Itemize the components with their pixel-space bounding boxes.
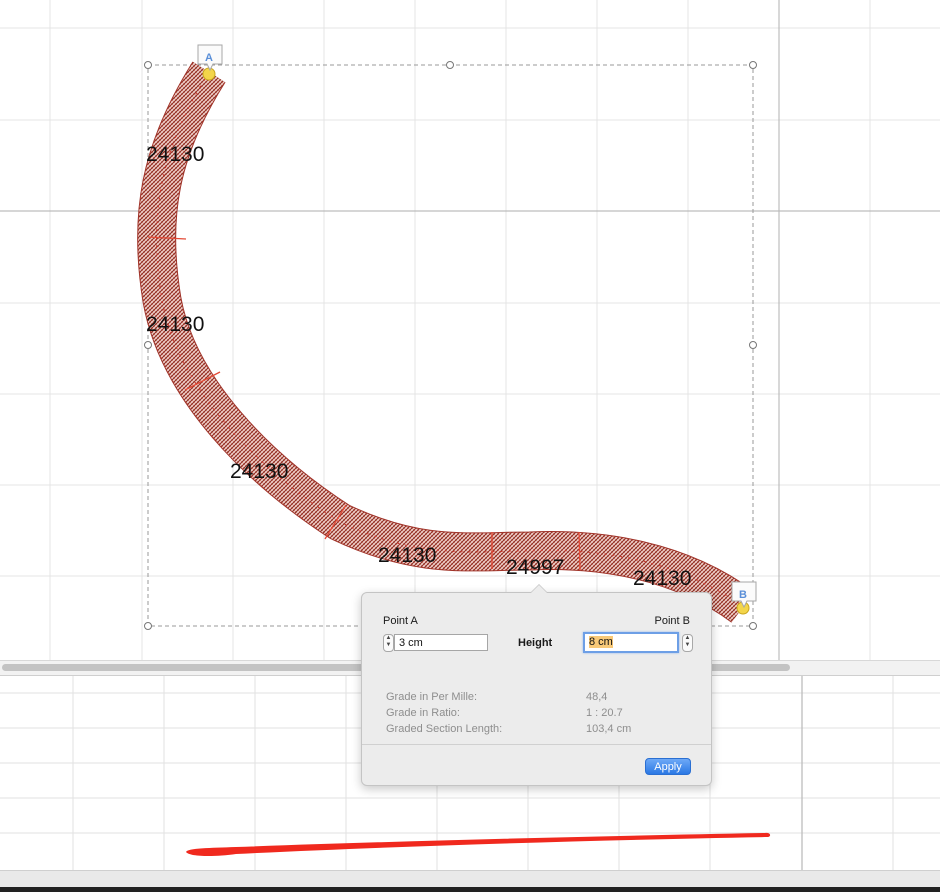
layout-canvas[interactable]: 24130 24130 24130 24130 24997 24130 A B xyxy=(0,0,940,660)
grade-ratio-label: Grade in Ratio: xyxy=(386,707,460,719)
popover-divider xyxy=(362,744,711,745)
section-length-label: 24130 xyxy=(146,313,204,336)
canvas-drawing: 24130 24130 24130 24130 24997 24130 A B xyxy=(0,0,940,660)
status-bar xyxy=(0,870,940,892)
grade-per-mille-value: 48,4 xyxy=(586,691,608,703)
height-label: Height xyxy=(518,637,553,649)
graded-section-length-label: Graded Section Length: xyxy=(386,723,503,735)
point-b-height-value: 8 cm xyxy=(589,636,613,648)
section-length-label: 24130 xyxy=(378,544,436,567)
grade-popover: Point A Point B ▲▼ Height 8 cm ▲▼ Grade … xyxy=(361,584,712,786)
track-section[interactable] xyxy=(137,61,755,623)
point-b-letter: B xyxy=(739,589,747,601)
point-a-label: Point A xyxy=(383,615,418,627)
grade-ratio-value: 1 : 20.7 xyxy=(586,707,623,719)
point-b-stepper[interactable]: ▲ ▼ xyxy=(682,634,693,652)
point-b-height-field[interactable]: 8 cm xyxy=(583,632,679,653)
red-annotation-stroke xyxy=(186,832,771,857)
section-length-label: 24130 xyxy=(230,460,288,483)
point-a-stepper[interactable]: ▲ ▼ xyxy=(383,634,394,652)
grade-per-mille-label: Grade in Per Mille: xyxy=(386,691,478,703)
point-a-letter: A xyxy=(205,52,213,64)
point-a-height-field[interactable] xyxy=(394,634,488,651)
section-length-label: 24130 xyxy=(633,567,691,590)
graded-section-length-value: 103,4 cm xyxy=(586,723,632,735)
point-b-label: Point B xyxy=(654,615,690,627)
apply-button[interactable]: Apply xyxy=(645,758,691,775)
section-length-label: 24997 xyxy=(506,556,564,579)
window-edge xyxy=(0,887,940,892)
section-length-label: 24130 xyxy=(146,143,204,166)
